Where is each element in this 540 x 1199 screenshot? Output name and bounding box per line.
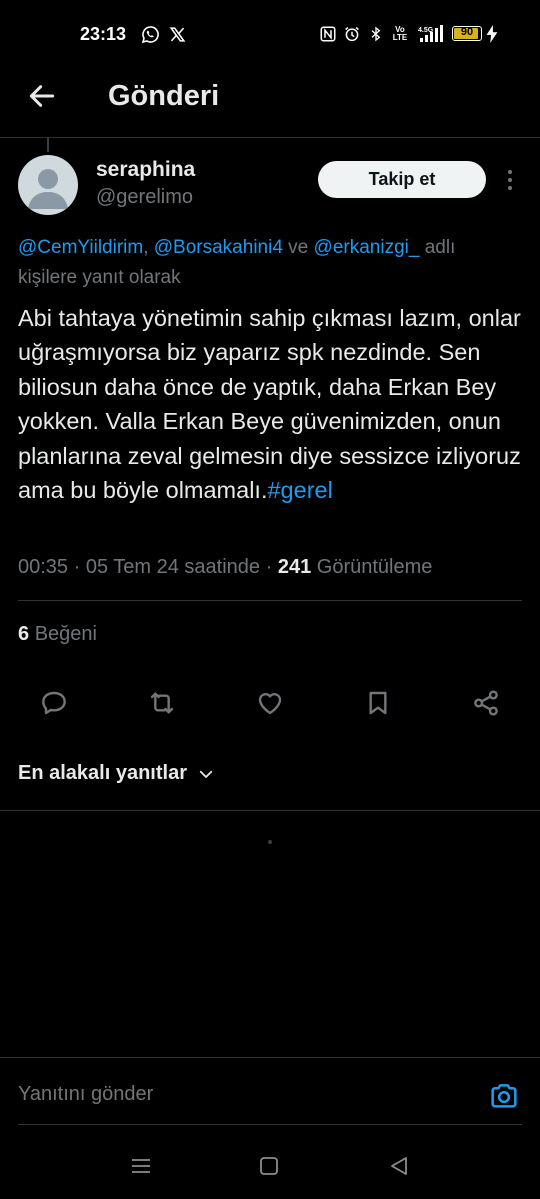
- reply-icon: [42, 691, 66, 715]
- signal-icon: 4.5G: [418, 24, 444, 44]
- sort-label: En alakalı yanıtlar: [18, 762, 187, 784]
- header-divider: [0, 137, 540, 138]
- post-meta: 00:35 · 05 Tem 24 saatinde · 241 Görüntü…: [18, 556, 432, 579]
- mention-separator: ,: [143, 237, 154, 258]
- status-time: 23:13: [80, 24, 127, 44]
- menu-icon: [132, 1159, 150, 1173]
- volte-icon: Vo LTE: [392, 25, 408, 42]
- replies-sort-dropdown[interactable]: En alakalı yanıtlar: [18, 762, 215, 785]
- alarm-icon: [342, 24, 362, 44]
- replies-divider: [0, 810, 540, 811]
- mention-link[interactable]: @erkanizgi_: [314, 237, 420, 258]
- system-back-button[interactable]: [388, 1152, 410, 1180]
- status-bar: 23:13 Vo LTE 4.5G 90: [0, 0, 540, 66]
- reply-suffix-line2: kişilere yanıt olarak: [18, 267, 181, 288]
- reply-button[interactable]: [38, 687, 70, 719]
- repost-icon: [150, 692, 174, 714]
- page-title: Gönderi: [108, 80, 220, 112]
- composer-divider: [0, 1057, 540, 1058]
- post-date: 05 Tem 24 saatinde: [85, 556, 261, 578]
- post-body: Abi tahtaya yönetimin sahip çıkması lazı…: [18, 305, 521, 504]
- reply-input[interactable]: [18, 1083, 458, 1106]
- reply-suffix: adlı: [419, 237, 456, 258]
- likes-stat[interactable]: 6 Beğeni: [18, 623, 97, 646]
- nfc-icon: [318, 24, 338, 44]
- recent-apps-button[interactable]: [130, 1152, 152, 1180]
- bookmark-icon: [369, 691, 387, 715]
- meta-divider: [18, 600, 522, 601]
- loading-indicator: [268, 840, 272, 844]
- whatsapp-icon: [140, 24, 160, 44]
- meta-separator: ·: [260, 556, 278, 578]
- post-text: Abi tahtaya yönetimin sahip çıkması lazı…: [18, 301, 528, 507]
- bluetooth-icon: [366, 24, 386, 44]
- mention-link[interactable]: @Borsakahini4: [154, 237, 283, 258]
- likes-label: Beğeni: [34, 623, 97, 645]
- composer-underline: [18, 1124, 522, 1125]
- views-label[interactable]: Görüntüleme: [317, 556, 433, 578]
- repost-button[interactable]: [146, 687, 178, 719]
- triangle-back-icon: [391, 1157, 407, 1175]
- more-options-button[interactable]: [500, 166, 520, 194]
- thread-connector: [47, 138, 49, 152]
- follow-button[interactable]: Takip et: [318, 161, 486, 198]
- battery-icon: 90: [452, 26, 482, 41]
- reply-context: @CemYiildirim, @Borsakahini4 ve @erkaniz…: [18, 233, 538, 293]
- hashtag-link[interactable]: #gerel: [267, 477, 332, 503]
- bookmark-button[interactable]: [362, 687, 394, 719]
- share-icon: [474, 690, 498, 716]
- camera-button[interactable]: [488, 1080, 520, 1112]
- like-button[interactable]: [254, 687, 286, 719]
- view-count: 241: [277, 556, 312, 578]
- default-avatar-icon: [28, 169, 68, 209]
- likes-count: 6: [18, 623, 30, 645]
- like-icon: [258, 693, 282, 715]
- battery-level: 90: [460, 26, 474, 38]
- post-time: 00:35: [18, 556, 69, 578]
- chevron-down-icon: [199, 770, 213, 778]
- x-icon: [167, 24, 187, 44]
- more-vertical-icon: [508, 170, 512, 190]
- avatar[interactable]: [18, 155, 78, 215]
- meta-separator: ·: [68, 556, 86, 578]
- author-handle[interactable]: @gerelimo: [96, 186, 193, 209]
- home-button[interactable]: [258, 1152, 280, 1180]
- charging-icon: [485, 24, 499, 44]
- back-button[interactable]: [26, 80, 58, 112]
- arrow-left-icon: [29, 85, 55, 107]
- author-name[interactable]: seraphina: [96, 158, 195, 182]
- home-square-icon: [260, 1157, 278, 1175]
- mention-link[interactable]: @CemYiildirim: [18, 237, 143, 258]
- share-button[interactable]: [470, 687, 502, 719]
- camera-icon: [491, 1084, 517, 1108]
- mention-conjunction: ve: [282, 237, 314, 258]
